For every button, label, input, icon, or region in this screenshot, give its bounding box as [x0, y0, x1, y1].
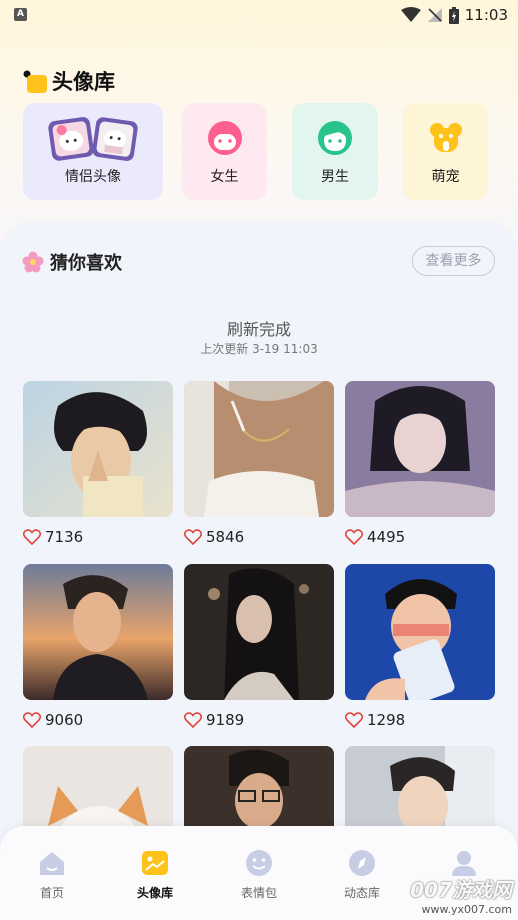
avatar-card[interactable]: 9189: [184, 564, 334, 729]
image-library-icon: [140, 848, 170, 878]
nav-avatar-library[interactable]: 头像库: [115, 848, 195, 901]
like-count: 1298: [345, 711, 495, 729]
like-number: 5846: [206, 528, 245, 546]
compass-icon: [347, 848, 377, 878]
like-count: 5846: [184, 528, 334, 546]
like-count: 9060: [23, 711, 173, 729]
like-number: 4495: [367, 528, 406, 546]
category-boy[interactable]: 男生: [292, 103, 378, 200]
nav-label: 头像库: [136, 886, 173, 900]
pet-dog-icon: [428, 120, 464, 156]
heart-icon[interactable]: [345, 529, 363, 545]
girl-face-icon: [207, 120, 243, 156]
wifi-icon: [400, 7, 421, 22]
refresh-status: 刷新完成: [226, 320, 291, 339]
category-label: 萌宠: [431, 169, 460, 185]
avatar-card[interactable]: 9060: [23, 564, 173, 729]
view-more-button[interactable]: 查看更多: [412, 246, 495, 276]
category-pet[interactable]: 萌宠: [403, 103, 488, 200]
recommend-header: 猜你喜欢: [22, 249, 122, 275]
avatar-image[interactable]: [23, 564, 173, 700]
library-logo-icon: [22, 69, 47, 93]
avatar-image[interactable]: [345, 381, 495, 517]
status-bar: A 11:03: [0, 0, 518, 30]
heart-icon[interactable]: [184, 529, 202, 545]
heart-icon[interactable]: [23, 712, 41, 728]
status-icons: 11:03: [400, 4, 508, 26]
nav-label: 首页: [39, 886, 64, 900]
heart-icon[interactable]: [345, 712, 363, 728]
heart-icon[interactable]: [184, 712, 202, 728]
avatar-image[interactable]: [184, 564, 334, 700]
emoji-icon: [244, 848, 274, 878]
avatar-image[interactable]: [184, 381, 334, 517]
category-label: 男生: [321, 169, 349, 185]
battery-charging-icon: [448, 6, 459, 24]
avatar-image[interactable]: [23, 381, 173, 517]
avatar-card[interactable]: 1298: [345, 564, 495, 729]
heart-icon[interactable]: [23, 529, 41, 545]
flower-icon: [22, 251, 44, 273]
avatar-card[interactable]: 5846: [184, 381, 334, 546]
watermark-logo-text: 007游戏网: [410, 878, 512, 902]
notification-badge: A: [14, 8, 27, 21]
watermark-url: www.yx007.com: [421, 903, 512, 916]
like-count: 9189: [184, 711, 334, 729]
category-couple[interactable]: 情侣头像: [23, 103, 163, 200]
avatar-card[interactable]: 4495: [345, 381, 495, 546]
nav-emoji[interactable]: 表情包: [219, 848, 299, 901]
home-icon: [37, 848, 67, 878]
category-girl[interactable]: 女生: [182, 103, 267, 200]
page-title: 头像库: [52, 70, 115, 94]
boy-face-icon: [317, 120, 353, 156]
like-number: 1298: [367, 711, 406, 729]
nav-label: 表情包: [240, 886, 277, 900]
clock: 11:03: [464, 6, 508, 24]
couple-avatar-icon: [48, 115, 138, 161]
nav-home[interactable]: 首页: [12, 848, 92, 901]
page-header: 头像库: [22, 66, 115, 96]
like-number: 9189: [206, 711, 245, 729]
like-number: 9060: [45, 711, 84, 729]
like-count: 7136: [23, 528, 173, 546]
avatar-image[interactable]: [345, 564, 495, 700]
last-update-time: 上次更新 3-19 11:03: [200, 342, 318, 356]
section-title: 猜你喜欢: [50, 253, 122, 274]
no-signal-icon: [427, 8, 442, 22]
watermark: 007游戏网 www.yx007.com: [410, 874, 512, 916]
avatar-card[interactable]: 7136: [23, 381, 173, 546]
category-label: 女生: [210, 169, 239, 185]
category-label: 情侣头像: [65, 169, 121, 185]
nav-label: 动态库: [343, 886, 380, 900]
like-count: 4495: [345, 528, 495, 546]
nav-dynamic[interactable]: 动态库: [322, 848, 402, 901]
like-number: 7136: [45, 528, 84, 546]
